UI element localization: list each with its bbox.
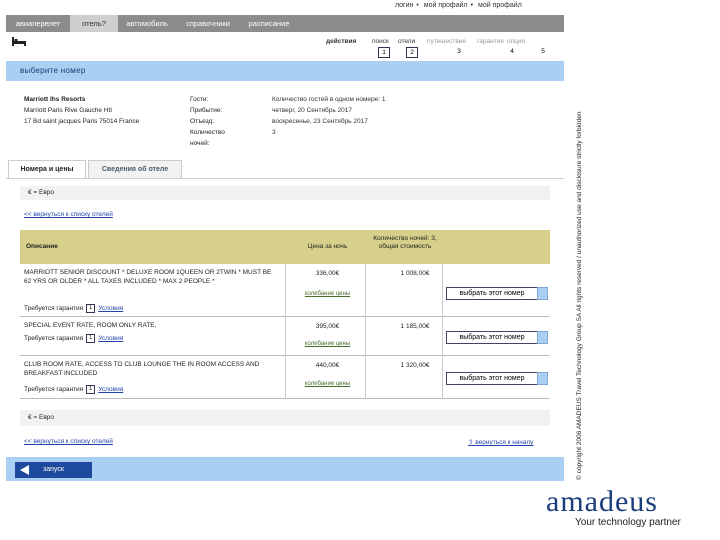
step-label-search[interactable]: поиск xyxy=(372,38,389,45)
column-divider xyxy=(442,264,443,398)
arrival-value: четверг, 20 Сентябрь 2017 xyxy=(272,107,352,114)
bed-icon xyxy=(12,37,26,46)
rate-change-link[interactable]: колебание цены xyxy=(290,291,365,297)
step-label-option: опция xyxy=(507,38,526,45)
select-room-button[interactable]: выбрать этот номер xyxy=(446,372,538,385)
back-to-top-link[interactable]: ⇧ вернуться к началу xyxy=(468,438,533,446)
profile-link-2[interactable]: мой профайл xyxy=(478,2,522,9)
back-to-list-link[interactable]: << вернуться к списку отелей xyxy=(24,211,113,218)
nav-tab-air[interactable]: авиаперелет xyxy=(6,15,70,32)
nights-label: Количество ночей: xyxy=(190,129,225,147)
select-room-button[interactable]: выбрать этот номер xyxy=(446,287,538,300)
select-arrow-icon[interactable] xyxy=(537,372,548,385)
currency-bar: € = Евро xyxy=(20,186,550,200)
col-price: Цена за ночь xyxy=(307,243,348,250)
departure-value: воскресенье, 23 Сентябрь 2017 xyxy=(272,118,368,125)
column-divider xyxy=(285,264,286,398)
tab-hotel-details[interactable]: Сведения об отеле xyxy=(88,160,182,178)
profile-link[interactable]: мой профайл xyxy=(424,2,468,9)
room-total: 1 185,00€ xyxy=(400,323,430,330)
hotel-info: Marriott Ihs Resorts Marriott Paris Rive… xyxy=(24,94,139,127)
nav-tab-schedule[interactable]: расписание xyxy=(240,15,298,32)
nav-tab-hotel[interactable]: отель? xyxy=(70,15,118,32)
conditions-link[interactable]: Условия xyxy=(98,386,123,393)
tab-divider xyxy=(6,178,564,179)
step-label-actions: действия xyxy=(326,38,357,45)
room-description: SPECIAL EVENT RATE, ROOM ONLY RATE, xyxy=(24,322,157,329)
guarantee-box[interactable]: 1 xyxy=(86,334,96,343)
hotel-address-line2: 17 Bd saint jacques Paris 75014 France xyxy=(24,118,140,125)
step-label-trip: путешествие xyxy=(427,38,467,45)
guarantee: Требуется гарантия 1 Условия xyxy=(24,334,123,343)
room-price: 440,00€ xyxy=(315,362,340,369)
guarantee: Требуется гарантия 1 Условия xyxy=(24,304,123,313)
nav-tab-reference[interactable]: справочники xyxy=(176,15,240,32)
login-link[interactable]: логин xyxy=(395,2,413,9)
step-number-5: 5 xyxy=(541,48,545,55)
col-description: Описание xyxy=(26,243,58,250)
room-description: CLUB ROOM RATE, ACCESS TO CLUB LOUNGE TH… xyxy=(24,361,260,377)
nights-value: 3 xyxy=(272,129,276,136)
arrival-label: Прибытие: xyxy=(190,107,223,114)
currency-note: € = Евро xyxy=(28,189,55,196)
tab-rooms-prices[interactable]: Номера и цены xyxy=(8,160,86,178)
step-number-4: 4 xyxy=(510,48,514,55)
page-title: выберите номер xyxy=(20,66,86,75)
column-divider xyxy=(365,264,366,398)
guarantee-box[interactable]: 1 xyxy=(86,304,96,313)
step-number-1[interactable]: 1 xyxy=(378,47,390,58)
copyright-text: © copyright 2006 AMADEUS Travel Technolo… xyxy=(576,111,583,480)
hotel-name: Marriott Ihs Resorts xyxy=(24,96,86,103)
back-to-list-link-bottom[interactable]: << вернуться к списку отелей xyxy=(24,438,113,445)
guests-label: Гости: xyxy=(190,96,209,103)
conditions-link[interactable]: Условия xyxy=(98,305,123,312)
step-number-2[interactable]: 2 xyxy=(406,47,418,58)
step-number-3: 3 xyxy=(457,48,461,55)
guarantee-label: Требуется гарантия xyxy=(24,386,84,394)
page-title-bar: выберите номер xyxy=(6,61,564,81)
nav-tab-car[interactable]: автомобиль xyxy=(118,15,176,32)
hotel-address-line1: Marriott Paris Rive Gauche Htl xyxy=(24,107,112,114)
room-price: 395,00€ xyxy=(315,323,340,330)
conditions-link[interactable]: Условия xyxy=(98,335,123,342)
amadeus-logo-text: amadeus xyxy=(546,485,658,518)
main-nav: авиаперелет отель? автомобиль справочник… xyxy=(6,15,564,32)
step-label-hotels[interactable]: отели xyxy=(398,38,415,45)
room-description: MARRIOTT SENIOR DISCOUNT * DELUXE ROOM 1… xyxy=(24,269,272,285)
currency-bar-bottom: € = Евро xyxy=(20,410,550,426)
amadeus-logo: amadeus xyxy=(546,485,658,519)
back-to-top-label: вернуться к началу xyxy=(475,439,534,446)
select-room-button[interactable]: выбрать этот номер xyxy=(446,331,538,344)
step-label-guarantee: гарантия xyxy=(477,38,504,45)
rate-change-link[interactable]: колебание цены xyxy=(290,381,365,387)
table-header: Описание Цена за ночь Количество ночей: … xyxy=(20,230,550,264)
col-total: Количество ночей: 3, общая стоимость xyxy=(373,235,437,250)
guarantee-label: Требуется гарантия xyxy=(24,305,84,313)
top-links: логин • мой профайл • мой профайл xyxy=(395,2,522,9)
guests-value: Количество гостей в одном номере: 1 xyxy=(272,96,386,103)
select-arrow-icon[interactable] xyxy=(537,331,548,344)
back-arrow-icon xyxy=(20,465,29,475)
guarantee-box[interactable]: 1 xyxy=(86,385,96,394)
guarantee-label: Требуется гарантия xyxy=(24,335,84,343)
currency-note-bottom: € = Евро xyxy=(28,414,55,421)
rate-change-link[interactable]: колебание цены xyxy=(290,341,365,347)
tagline: Your technology partner xyxy=(575,517,681,528)
departure-label: Отъезд: xyxy=(190,118,215,125)
launch-button[interactable]: запуск xyxy=(15,462,92,478)
room-price: 336,00€ xyxy=(315,270,340,277)
select-arrow-icon[interactable] xyxy=(537,287,548,300)
guarantee: Требуется гарантия 1 Условия xyxy=(24,385,123,394)
room-total: 1 320,00€ xyxy=(400,362,430,369)
room-total: 1 008,00€ xyxy=(400,270,430,277)
launch-label: запуск xyxy=(43,466,64,473)
